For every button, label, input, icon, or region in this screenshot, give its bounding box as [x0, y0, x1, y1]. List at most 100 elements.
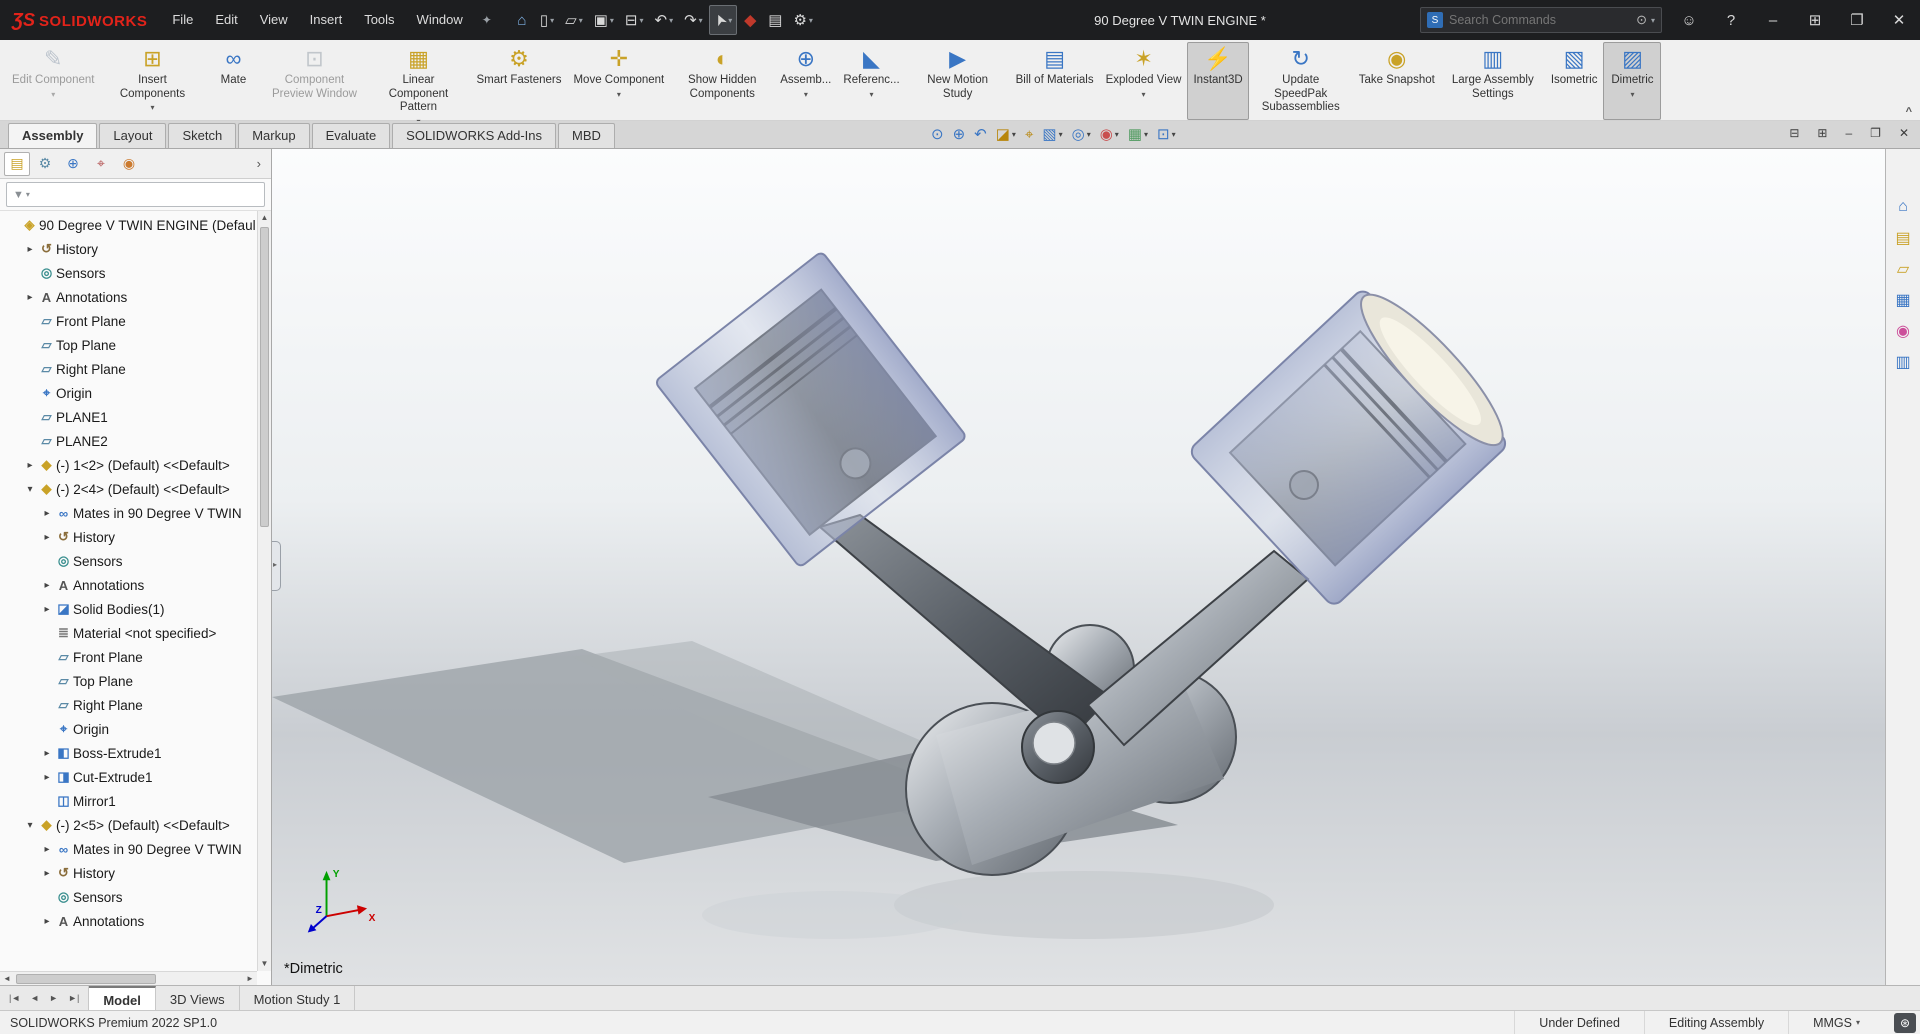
display-style-button[interactable]: ▧▾ [1039, 123, 1065, 145]
show-hidden-components-button[interactable]: ◐Show Hidden Components [670, 42, 774, 120]
menu-window[interactable]: Window [406, 0, 474, 40]
dropdown-caret-icon[interactable]: ▾ [809, 16, 813, 25]
select-icon[interactable]: ➤▾ [709, 5, 738, 35]
view-settings-button[interactable]: ⊡▾ [1154, 123, 1179, 145]
dropdown-caret-icon[interactable]: ▾ [1142, 90, 1146, 100]
expand-caret-icon[interactable]: ▸ [23, 244, 37, 255]
rebuild-icon[interactable]: ◆ [738, 5, 762, 35]
expand-caret-icon[interactable]: ▸ [40, 604, 54, 615]
dropdown-caret-icon[interactable]: ▾ [579, 16, 583, 25]
ribbon-collapse-icon[interactable]: ^ [1906, 106, 1912, 118]
tree-item[interactable]: ▸↺History [2, 237, 257, 261]
doc-tab-motion-study-1[interactable]: Motion Study 1 [240, 986, 356, 1010]
dropdown-caret-icon[interactable]: ▾ [699, 16, 703, 25]
dropdown-caret-icon[interactable]: ▾ [1630, 90, 1634, 100]
linear-component-pattern-button[interactable]: ▦Linear Component Pattern▾ [366, 42, 470, 120]
design-library-button[interactable]: ▤ [1889, 224, 1917, 252]
search-caret-icon[interactable]: ▾ [1651, 16, 1655, 25]
dropdown-caret-icon[interactable]: ▾ [51, 90, 55, 100]
tree-item[interactable]: ▸◨Cut-Extrude1 [2, 765, 257, 789]
zoom-area-button[interactable]: ⊕ [950, 123, 969, 145]
propertymanager-tab[interactable]: ⚙ [32, 152, 58, 176]
zoom-fit-button[interactable]: ⊙ [928, 123, 947, 145]
isometric-view-button[interactable]: ▧Isometric [1545, 42, 1604, 120]
tree-item[interactable]: ◎Sensors [2, 549, 257, 573]
tree-item[interactable]: ⌖Origin [2, 381, 257, 405]
search-icon[interactable]: ⊙ [1636, 12, 1647, 28]
restore-icon[interactable]: ❐ [1836, 0, 1878, 40]
expand-caret-icon[interactable]: ▸ [23, 292, 37, 303]
web-help-icon[interactable]: ⊛ [1894, 1013, 1916, 1033]
tree-filter-input[interactable] [30, 188, 258, 202]
doc-close-icon[interactable]: ✕ [1892, 123, 1916, 143]
split-pane-vertical-icon[interactable]: ⊞ [1810, 123, 1834, 143]
assembly-features-button[interactable]: ⊕Assemb...▾ [774, 42, 837, 120]
pin-menu-icon[interactable]: ✦ [474, 13, 500, 27]
dropdown-caret-icon[interactable]: ▾ [610, 16, 614, 25]
tree-vertical-scrollbar[interactable]: ▲ ▼ [257, 211, 271, 971]
next-tab-icon[interactable]: ► [44, 993, 63, 1003]
options-icon[interactable]: ⚙▾ [788, 5, 817, 35]
new-document-icon[interactable]: ▯▾ [535, 5, 559, 35]
dropdown-caret-icon[interactable]: ▾ [1144, 130, 1148, 139]
apply-scene-button[interactable]: ▦▾ [1125, 123, 1151, 145]
tree-item[interactable]: ▱Right Plane [2, 357, 257, 381]
tree-item[interactable]: ▸∞Mates in 90 Degree V TWIN [2, 501, 257, 525]
dropdown-caret-icon[interactable]: ▾ [639, 16, 643, 25]
tree-item[interactable]: ▱Top Plane [2, 333, 257, 357]
file-explorer-button[interactable]: ▱ [1889, 255, 1917, 283]
tab-assembly[interactable]: Assembly [8, 123, 97, 148]
doc-tab-model[interactable]: Model [89, 986, 156, 1010]
tree-item[interactable]: ≣Material <not specified> [2, 621, 257, 645]
tree-item[interactable]: ▸AAnnotations [2, 909, 257, 933]
close-icon[interactable]: ✕ [1878, 0, 1920, 40]
expand-caret-icon[interactable]: ▸ [40, 580, 54, 591]
new-motion-study-button[interactable]: ▶New Motion Study [906, 42, 1010, 120]
3d-model-view[interactable] [272, 149, 1885, 985]
displaymanager-tab[interactable]: ◉ [116, 152, 142, 176]
print-icon[interactable]: ⊟▾ [620, 5, 649, 35]
dropdown-caret-icon[interactable]: ▾ [617, 90, 621, 100]
scroll-up-icon[interactable]: ▲ [258, 211, 271, 225]
edit-appearance-button[interactable]: ◉▾ [1097, 123, 1122, 145]
prev-tab-icon[interactable]: ◄ [25, 993, 44, 1003]
view-palette-button[interactable]: ▦ [1889, 286, 1917, 314]
panel-splitter-handle[interactable] [272, 541, 281, 591]
expand-caret-icon[interactable]: ▾ [23, 820, 37, 831]
redo-icon[interactable]: ↷▾ [679, 5, 708, 35]
menu-edit[interactable]: Edit [204, 0, 248, 40]
split-pane-horizontal-icon[interactable]: ⊟ [1782, 123, 1806, 143]
filter-funnel-icon[interactable]: ▼ [13, 189, 24, 201]
tree-item[interactable]: ▱Front Plane [2, 645, 257, 669]
expand-caret-icon[interactable]: ▸ [40, 532, 54, 543]
tile-windows-icon[interactable]: ⊞ [1794, 0, 1836, 40]
tree-item[interactable]: ▸AAnnotations [2, 285, 257, 309]
v-scroll-thumb[interactable] [260, 227, 269, 527]
menu-insert[interactable]: Insert [299, 0, 354, 40]
tab-solidworks-add-ins[interactable]: SOLIDWORKS Add-Ins [392, 123, 556, 148]
large-assembly-settings-button[interactable]: ▥Large Assembly Settings [1441, 42, 1545, 120]
open-document-icon[interactable]: ▱▾ [560, 5, 588, 35]
exploded-view-button[interactable]: ✶Exploded View▾ [1100, 42, 1188, 120]
scroll-left-icon[interactable]: ◄ [0, 972, 14, 985]
tree-item[interactable]: ◎Sensors [2, 885, 257, 909]
featuremanager-tab[interactable]: ▤ [4, 152, 30, 176]
tab-sketch[interactable]: Sketch [168, 123, 236, 148]
expand-caret-icon[interactable]: ▸ [40, 868, 54, 879]
bill-of-materials-button[interactable]: ▤Bill of Materials [1010, 42, 1100, 120]
tree-item[interactable]: ▾◆(-) 2<4> (Default) <<Default> [2, 477, 257, 501]
tab-evaluate[interactable]: Evaluate [312, 123, 391, 148]
undo-icon[interactable]: ↶▾ [650, 5, 679, 35]
hide-show-items-button[interactable]: ◎▾ [1069, 123, 1094, 145]
tree-horizontal-scrollbar[interactable]: ◄ ► [0, 971, 257, 985]
doc-tab-3d-views[interactable]: 3D Views [156, 986, 240, 1010]
section-view-button[interactable]: ◪▾ [993, 123, 1019, 145]
home-icon[interactable]: ⌂ [510, 5, 534, 35]
tree-item[interactable]: ▸↺History [2, 861, 257, 885]
tree-item[interactable]: ▱Right Plane [2, 693, 257, 717]
minimize-icon[interactable]: – [1752, 0, 1794, 40]
units-selector[interactable]: MMGS▾ [1788, 1011, 1884, 1034]
tree-item[interactable]: ▱Front Plane [2, 309, 257, 333]
h-scroll-thumb[interactable] [16, 974, 156, 984]
dropdown-caret-icon[interactable]: ▾ [1115, 130, 1119, 139]
